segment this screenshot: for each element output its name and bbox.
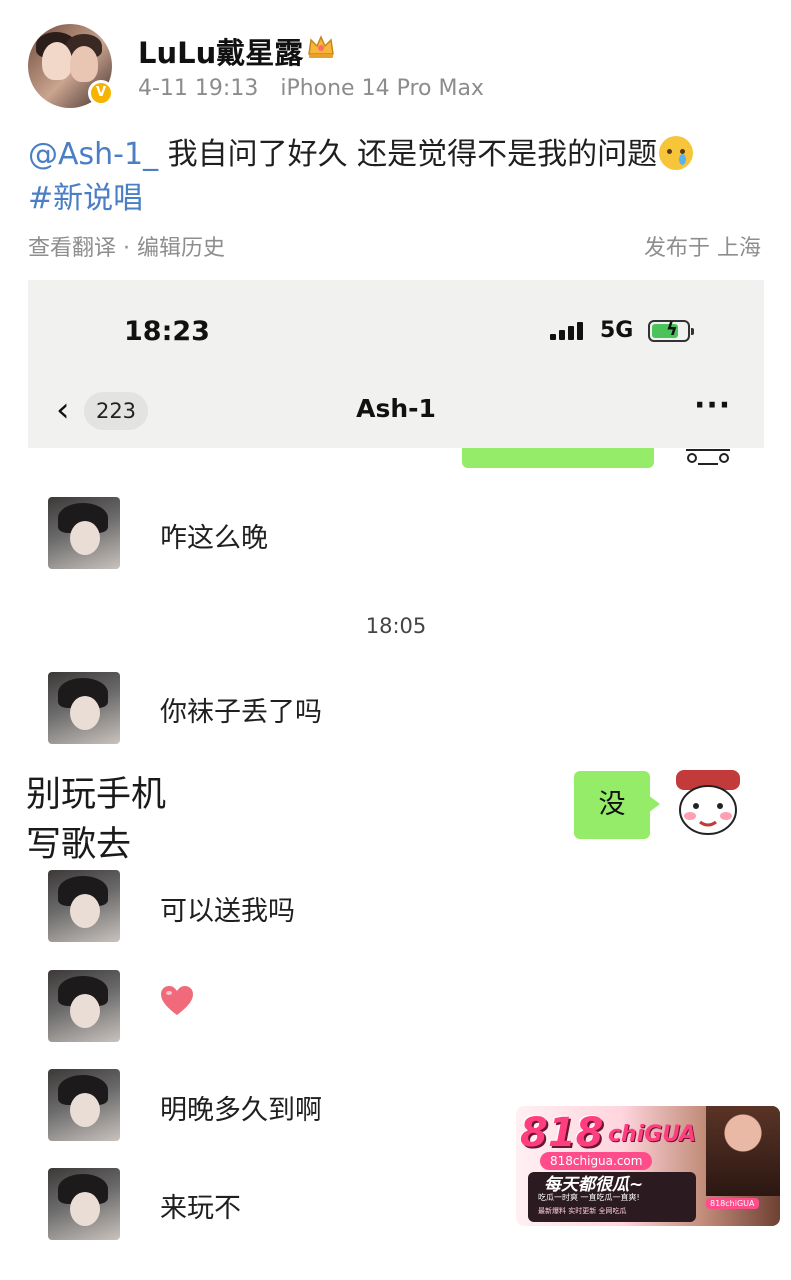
message-text: 明晚多久到啊	[160, 1095, 322, 1126]
my-avatar-sticker-icon[interactable]	[672, 766, 744, 838]
status-bar: 18:23 5G ϟ ‹ 223 Ash-1 ···	[28, 280, 764, 448]
contact-avatar[interactable]	[48, 1168, 120, 1240]
post-timestamp: 4-11 19:13	[138, 76, 259, 101]
caption-line-1: 别玩手机	[26, 775, 167, 815]
ad-tag: 818chiGUA	[706, 1198, 759, 1209]
overlay-caption: 别玩手机 写歌去	[26, 770, 166, 870]
message-text: 可以送我吗	[160, 896, 295, 927]
ad-fine-print: 最新爆料 实时更新 全网吃瓜	[538, 1207, 627, 1215]
username[interactable]: LuLu戴星露	[138, 30, 303, 72]
more-options-icon[interactable]: ···	[694, 388, 731, 423]
chat-title: Ash-1	[356, 394, 436, 423]
ad-brand-logo: 818	[520, 1110, 604, 1156]
verified-badge-icon: V	[88, 80, 114, 106]
ad-brand-suffix: chiGUA	[608, 1122, 697, 1147]
contact-avatar[interactable]	[48, 870, 120, 942]
ad-subtitle: 吃瓜一时爽 一直吃瓜一直爽!	[538, 1193, 640, 1202]
message-text: 你袜子丢了吗	[160, 697, 322, 728]
message-text: 来玩不	[160, 1193, 241, 1224]
message-text: 咋这么晚	[160, 523, 268, 554]
chat-timestamp: 18:05	[365, 614, 427, 638]
previous-bubble-fragment	[462, 448, 654, 468]
ad-model-image	[706, 1106, 780, 1196]
hashtag-link[interactable]: #新说唱	[28, 181, 143, 216]
network-label: 5G	[600, 318, 634, 343]
post-meta: 4-11 19:13 iPhone 14 Pro Max	[138, 76, 506, 101]
caption-line-2: 写歌去	[26, 825, 132, 865]
post-device: iPhone 14 Pro Max	[280, 76, 484, 101]
post-text: 我自问了好久 还是觉得不是我的问题	[167, 137, 658, 172]
translate-edit-history-links[interactable]: 查看翻译 · 编辑历史	[28, 230, 225, 262]
crown-icon	[308, 35, 334, 58]
contact-avatar[interactable]	[48, 672, 120, 744]
ad-url: 818chigua.com	[540, 1152, 653, 1170]
heart-emoji-icon	[161, 986, 193, 1015]
contact-avatar[interactable]	[48, 970, 120, 1042]
contact-avatar[interactable]	[48, 1069, 120, 1141]
mention-link[interactable]: @Ash-1_	[28, 137, 158, 172]
contact-avatar[interactable]	[48, 497, 120, 569]
watermark-ad-banner[interactable]: 818 chiGUA 818chigua.com 每天都很瓜~ 吃瓜一时爽 一直…	[516, 1106, 780, 1226]
my-message-bubble: 没	[574, 771, 660, 839]
post-location: 发布于 上海	[644, 236, 761, 261]
signal-icon	[550, 320, 590, 340]
crying-emoji-icon	[659, 136, 694, 170]
status-time: 18:23	[124, 316, 210, 347]
battery-charging-icon: ϟ	[648, 319, 694, 342]
sticker-fragment-icon	[686, 449, 730, 465]
post-body: @Ash-1_ 我自问了好久 还是觉得不是我的问题 #新说唱	[28, 133, 768, 221]
